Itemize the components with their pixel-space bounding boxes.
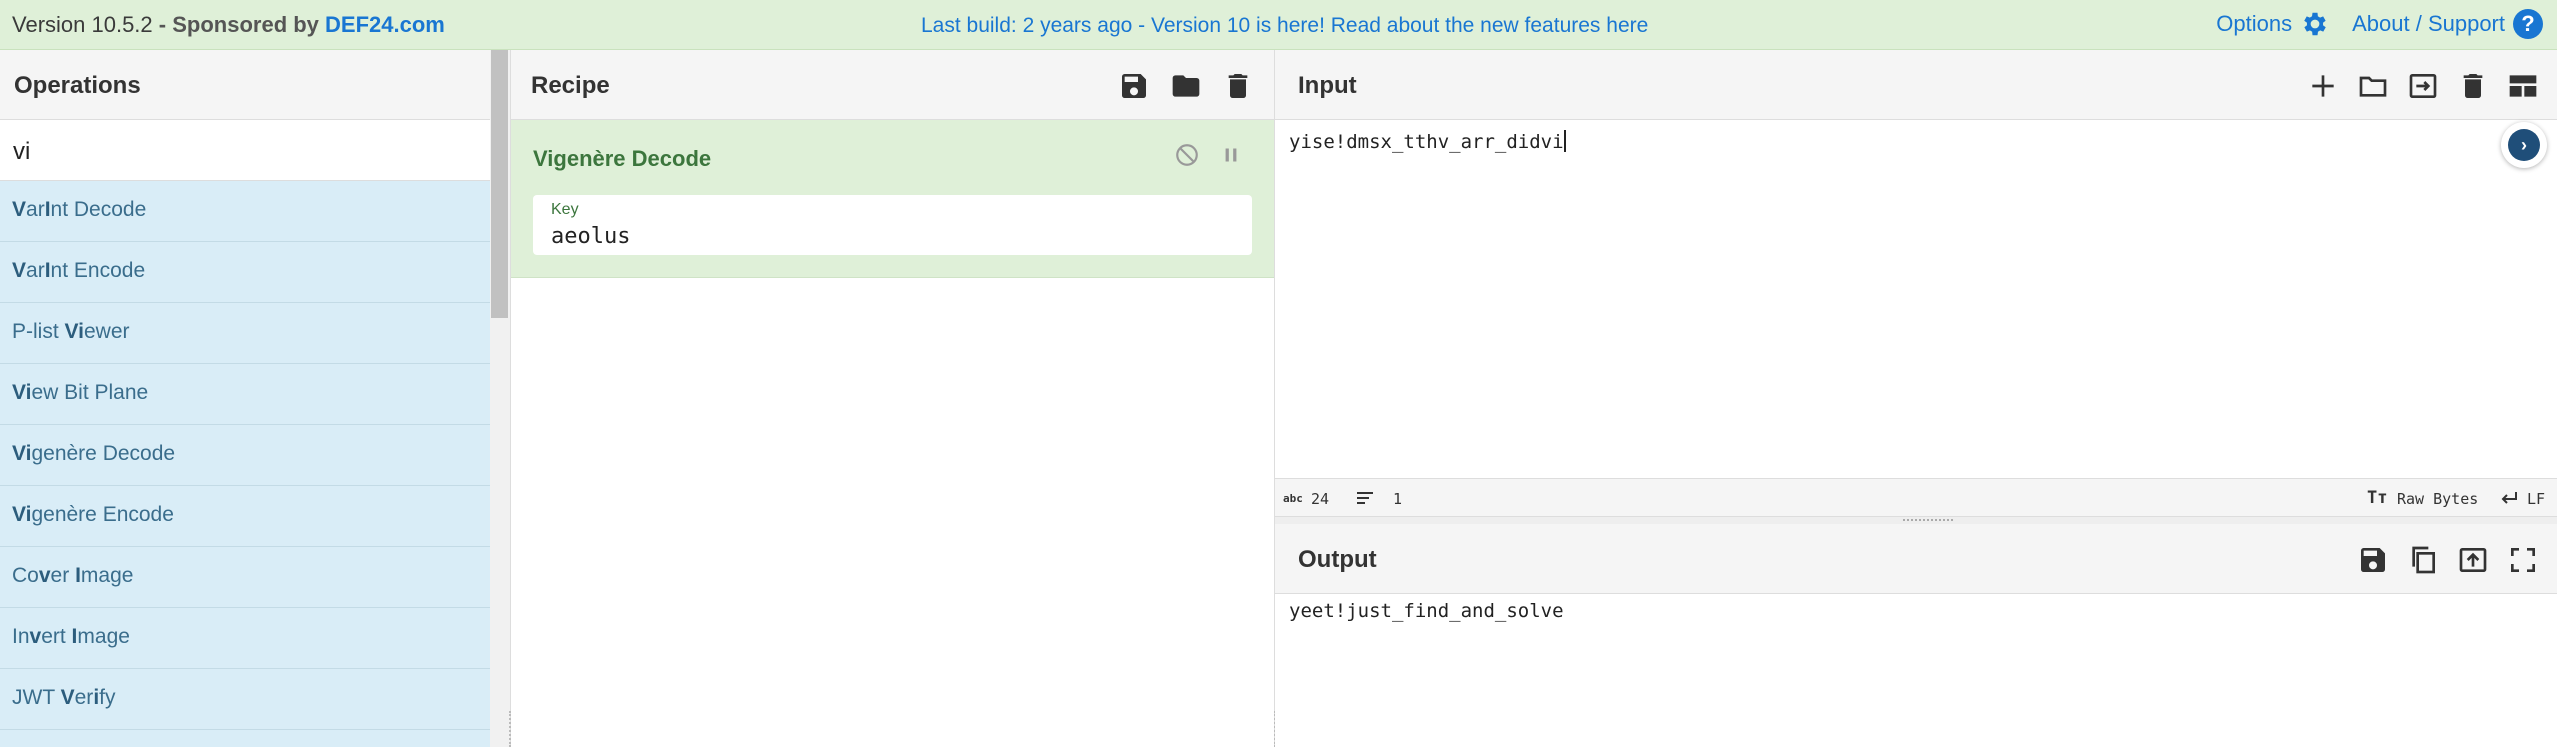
chevron-right-icon: › [2508, 129, 2540, 161]
operation-list-item[interactable]: VarInt Encode [0, 242, 490, 303]
build-notice-link[interactable]: Last build: 2 years ago - Version 10 is … [921, 14, 1648, 38]
recipe-header: Recipe [511, 50, 1274, 120]
input-textarea[interactable]: yise!dmsx_tthv_arr_didvi [1289, 130, 1566, 153]
open-folder-icon[interactable] [2357, 70, 2389, 102]
operation-list-item[interactable]: View Bit Plane [0, 364, 490, 425]
key-label: Key [551, 201, 579, 218]
resize-grip[interactable] [1903, 519, 1953, 522]
input-header: Input [1275, 50, 2557, 120]
recipe-operation-card[interactable]: Vigenère Decode Key aeolus [511, 120, 1274, 278]
folder-icon[interactable] [1170, 70, 1202, 102]
fullscreen-icon[interactable] [2507, 544, 2539, 576]
input-encoding-selector[interactable]: Raw Bytes [2397, 490, 2478, 508]
output-text: yeet!just_find_and_solve [1289, 600, 1564, 622]
input-status-bar: abc 24 1 Tт Raw Bytes LF [1275, 478, 2557, 516]
operation-list-item[interactable]: Invert Image [0, 608, 490, 669]
about-support-button[interactable]: About / Support ? [2352, 9, 2543, 39]
cyberchef-assist-button[interactable]: › [2501, 122, 2547, 168]
recipe-title: Recipe [531, 72, 610, 99]
key-field[interactable]: Key aeolus [533, 195, 1252, 255]
replace-input-icon[interactable] [2457, 544, 2489, 576]
length-icon: abc [1283, 492, 1303, 505]
recipe-panel: Recipe Vigenère Decode Key aeolus [509, 50, 1276, 747]
layout-icon[interactable] [2507, 70, 2539, 102]
input-file-icon[interactable] [2407, 70, 2439, 102]
gear-icon [2304, 12, 2326, 36]
io-divider[interactable] [1275, 516, 2557, 524]
trash-icon[interactable] [1222, 70, 1254, 102]
operation-list-item[interactable]: Cover Image [0, 547, 490, 608]
about-label: About / Support [2352, 11, 2505, 36]
input-title: Input [1298, 72, 1357, 99]
operations-panel: Operations vi VarInt Decode VarInt Encode… [0, 50, 510, 747]
return-arrow-icon [2501, 492, 2517, 504]
add-icon[interactable] [2307, 70, 2339, 102]
input-text: yise!dmsx_tthv_arr_didvi [1289, 131, 1564, 153]
sponsor-link[interactable]: DEF24.com [325, 12, 445, 37]
operation-list-item[interactable]: Vigenère Encode [0, 486, 490, 547]
key-value[interactable]: aeolus [551, 224, 630, 249]
disable-icon[interactable] [1174, 142, 1200, 168]
resize-handle[interactable] [509, 711, 513, 747]
sponsored-label: - Sponsored by [158, 12, 319, 37]
output-header: Output [1275, 524, 2557, 594]
output-title: Output [1298, 546, 1377, 573]
trash-icon[interactable] [2457, 70, 2489, 102]
operation-list-item[interactable]: P-list Viewer [0, 303, 490, 364]
save-output-icon[interactable] [2357, 544, 2389, 576]
copy-icon[interactable] [2407, 544, 2439, 576]
output-textarea[interactable]: yeet!just_find_and_solve [1289, 600, 1564, 622]
lines-icon [1357, 492, 1373, 504]
operation-list-item[interactable]: JWT Verify [0, 669, 490, 730]
operations-title: Operations [0, 50, 510, 120]
io-panel: Input yise!dmsx_tthv_arr_didvi › abc 24 … [1275, 50, 2557, 747]
input-eol-selector[interactable]: LF [2527, 490, 2545, 508]
recipe-operation-name: Vigenère Decode [533, 146, 712, 171]
options-label: Options [2216, 11, 2293, 36]
encoding-icon: Tт [2367, 488, 2388, 508]
save-icon[interactable] [1118, 70, 1150, 102]
operations-list: VarInt Decode VarInt Encode P-list Viewer V… [0, 181, 490, 747]
operation-list-item[interactable]: VarInt Decode [0, 181, 490, 242]
pause-icon[interactable] [1218, 142, 1244, 168]
input-line-count: 1 [1393, 490, 1403, 508]
version-info: Version 10.5.2 - Sponsored by DEF24.com [12, 12, 445, 38]
options-button[interactable]: Options [2216, 9, 2330, 39]
help-icon: ? [2513, 9, 2543, 39]
operation-list-item[interactable]: Vigenère Decode [0, 425, 490, 486]
input-length: 24 [1311, 490, 1330, 508]
version-label: Version 10.5.2 [12, 12, 153, 37]
operations-scrollbar-thumb[interactable] [491, 50, 508, 318]
operations-search-input[interactable]: vi [0, 120, 510, 181]
top-banner: Version 10.5.2 - Sponsored by DEF24.com … [0, 0, 2557, 50]
text-caret [1563, 130, 1566, 152]
